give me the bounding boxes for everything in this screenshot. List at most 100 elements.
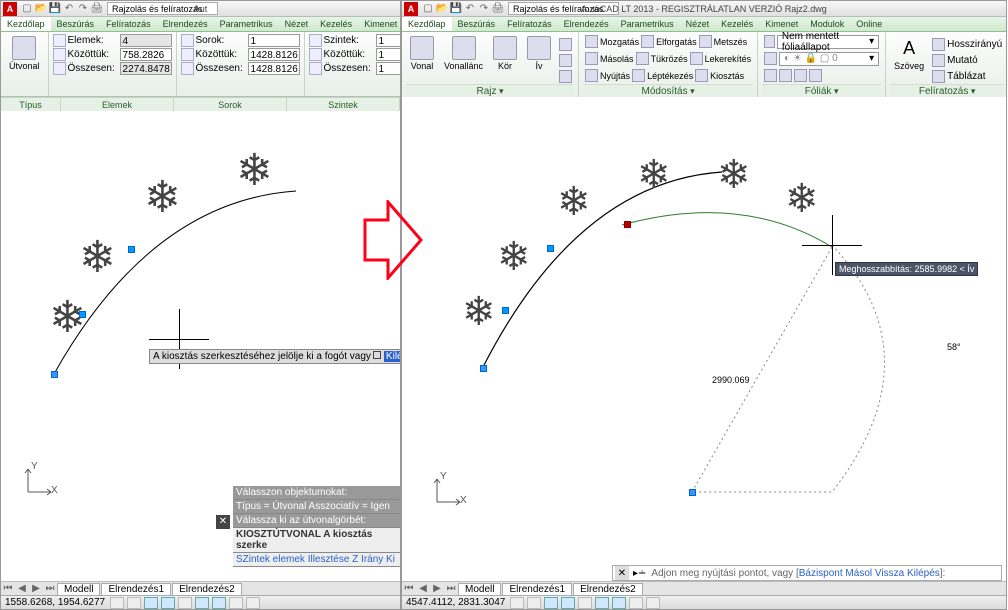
sb-snap[interactable] xyxy=(527,597,541,609)
trim-icon[interactable] xyxy=(699,35,712,48)
line-button[interactable]: Vonal xyxy=(406,34,438,73)
tab-online[interactable]: Online xyxy=(850,17,888,31)
scale-icon[interactable] xyxy=(632,69,645,82)
sb-polar[interactable] xyxy=(561,597,575,609)
command-line[interactable]: ✕ ▸∸ Adjon meg nyújtási pontot, vagy [Bá… xyxy=(612,565,1002,581)
layer-state-dropdown[interactable]: Nem mentett fóliaállapot▾ xyxy=(777,35,879,49)
hatch-icon[interactable] xyxy=(559,54,572,67)
dim-label[interactable]: Hosszirányú xyxy=(947,39,1002,50)
text-button[interactable]: ASzöveg xyxy=(890,34,928,73)
levels-between-input[interactable]: 1 xyxy=(376,48,401,61)
qat-new-icon[interactable]: ▢ xyxy=(422,3,434,15)
app-icon[interactable]: A xyxy=(404,2,418,16)
qat-new-icon[interactable]: ▢ xyxy=(21,3,33,15)
tab-feliratozas[interactable]: Felíratozás xyxy=(100,17,157,31)
grip-mid1[interactable] xyxy=(79,311,86,318)
mirror-icon[interactable] xyxy=(636,52,649,65)
mirror-label[interactable]: Tükrözés xyxy=(651,54,688,64)
tab-nezet[interactable]: Nézet xyxy=(680,17,716,31)
sb-polar[interactable] xyxy=(161,597,175,609)
arc-button[interactable]: Ív xyxy=(523,34,555,73)
tab-kezeles[interactable]: Kezelés xyxy=(715,17,759,31)
grip-center[interactable] xyxy=(689,489,696,496)
tab-nav-prev[interactable]: ◀ xyxy=(416,583,430,594)
grip-selected[interactable] xyxy=(624,221,631,228)
stretch-label[interactable]: Nyújtás xyxy=(600,71,630,81)
layer-freeze-icon[interactable] xyxy=(764,52,777,65)
tab-nezet[interactable]: Nézet xyxy=(279,17,315,31)
levels-total-input[interactable]: 1 xyxy=(376,62,401,75)
sb-snap[interactable] xyxy=(127,597,141,609)
qat-print-icon[interactable]: 🖨 xyxy=(492,3,504,15)
scale-label[interactable]: Léptékezés xyxy=(647,71,693,81)
layer-match-icon[interactable] xyxy=(809,69,822,82)
tab-nav-first[interactable]: ⏮ xyxy=(1,583,15,594)
tab-kimenet[interactable]: Kimenet xyxy=(358,17,401,31)
rect-icon[interactable] xyxy=(559,38,572,51)
qat-redo-icon[interactable]: ↷ xyxy=(77,3,89,15)
layer-lock-icon[interactable] xyxy=(794,69,807,82)
sb-osnap[interactable] xyxy=(578,597,592,609)
cmd-prompt[interactable]: Adjon meg nyújtási pontot, vagy [Bázispo… xyxy=(648,568,1001,579)
polyline-button[interactable]: Vonallánc xyxy=(440,34,487,73)
tab-parametrikus[interactable]: Parametrikus xyxy=(615,17,680,31)
qat-open-icon[interactable]: 📂 xyxy=(35,3,47,15)
levels-input[interactable]: 1 xyxy=(376,34,401,47)
drawing-area-left[interactable]: ❄ ❄ ❄ ❄ A kiosztás szerkesztéséhez jelöl… xyxy=(1,111,400,567)
tab-nav-last[interactable]: ⏭ xyxy=(43,583,57,594)
rotate-label[interactable]: Elforgatás xyxy=(656,37,697,47)
grip-mid2[interactable] xyxy=(128,246,135,253)
tab-model[interactable]: Modell xyxy=(57,583,100,595)
array-icon[interactable] xyxy=(695,69,708,82)
app-icon[interactable]: A xyxy=(3,2,17,16)
rotate-icon[interactable] xyxy=(641,35,654,48)
ellipse-icon[interactable] xyxy=(559,70,572,83)
layer-off-icon[interactable] xyxy=(779,69,792,82)
qat-save-icon[interactable]: 💾 xyxy=(49,3,61,15)
tab-elrendezes[interactable]: Elrendezés xyxy=(157,17,214,31)
grip-start[interactable] xyxy=(51,371,58,378)
move-icon[interactable] xyxy=(585,35,598,48)
tab-kezdolap[interactable]: Kezdőlap xyxy=(1,17,51,31)
qat-undo-icon[interactable]: ↶ xyxy=(464,3,476,15)
total-input[interactable]: 2274.8478 xyxy=(120,62,172,75)
type-path-button[interactable]: Útvonal xyxy=(5,34,44,73)
leader-label[interactable]: Mutató xyxy=(947,55,978,66)
tab-layout2[interactable]: Elrendezés2 xyxy=(573,583,643,595)
tab-nav-next[interactable]: ▶ xyxy=(430,583,444,594)
sb-lwt[interactable] xyxy=(229,597,243,609)
grip-start[interactable] xyxy=(480,365,487,372)
copy-icon[interactable] xyxy=(585,52,598,65)
tab-nav-next[interactable]: ▶ xyxy=(29,583,43,594)
tab-beszuras[interactable]: Beszúrás xyxy=(51,17,101,31)
qat-undo-icon[interactable]: ↶ xyxy=(63,3,75,15)
tab-kimenet[interactable]: Kimenet xyxy=(759,17,804,31)
tab-parametrikus[interactable]: Parametrikus xyxy=(214,17,279,31)
sb-dyn[interactable] xyxy=(612,597,626,609)
sb-ortho[interactable] xyxy=(544,597,558,609)
qat-save-icon[interactable]: 💾 xyxy=(450,3,462,15)
sb-otrack[interactable] xyxy=(595,597,609,609)
tab-layout2[interactable]: Elrendezés2 xyxy=(172,583,242,595)
between-input[interactable]: 758.2826 xyxy=(120,48,172,61)
leader-icon[interactable] xyxy=(932,54,945,67)
qat-redo-icon[interactable]: ↷ xyxy=(478,3,490,15)
sb-grid[interactable] xyxy=(510,597,524,609)
tab-layout1[interactable]: Elrendezés1 xyxy=(502,583,572,595)
sb-ortho[interactable] xyxy=(144,597,158,609)
tab-nav-last[interactable]: ⏭ xyxy=(444,583,458,594)
rows-input[interactable]: 1 xyxy=(248,34,300,47)
tab-modulok[interactable]: Modulok xyxy=(804,17,850,31)
grip-mid2[interactable] xyxy=(547,245,554,252)
layer-props-icon[interactable] xyxy=(764,35,775,48)
layer-dropdown[interactable]: ◐ ☀ 🔒 ▢ 0▾ xyxy=(779,52,879,66)
qat-open-icon[interactable]: 📂 xyxy=(436,3,448,15)
trim-label[interactable]: Metszés xyxy=(714,37,748,47)
tab-kezdolap[interactable]: Kezdőlap xyxy=(402,17,452,31)
grip-mid1[interactable] xyxy=(502,307,509,314)
table-label[interactable]: Táblázat xyxy=(947,71,985,82)
tab-model[interactable]: Modell xyxy=(458,583,501,595)
tab-feliratozas[interactable]: Felíratozás xyxy=(501,17,558,31)
dim-icon[interactable] xyxy=(932,38,945,51)
sb-lwt[interactable] xyxy=(629,597,643,609)
